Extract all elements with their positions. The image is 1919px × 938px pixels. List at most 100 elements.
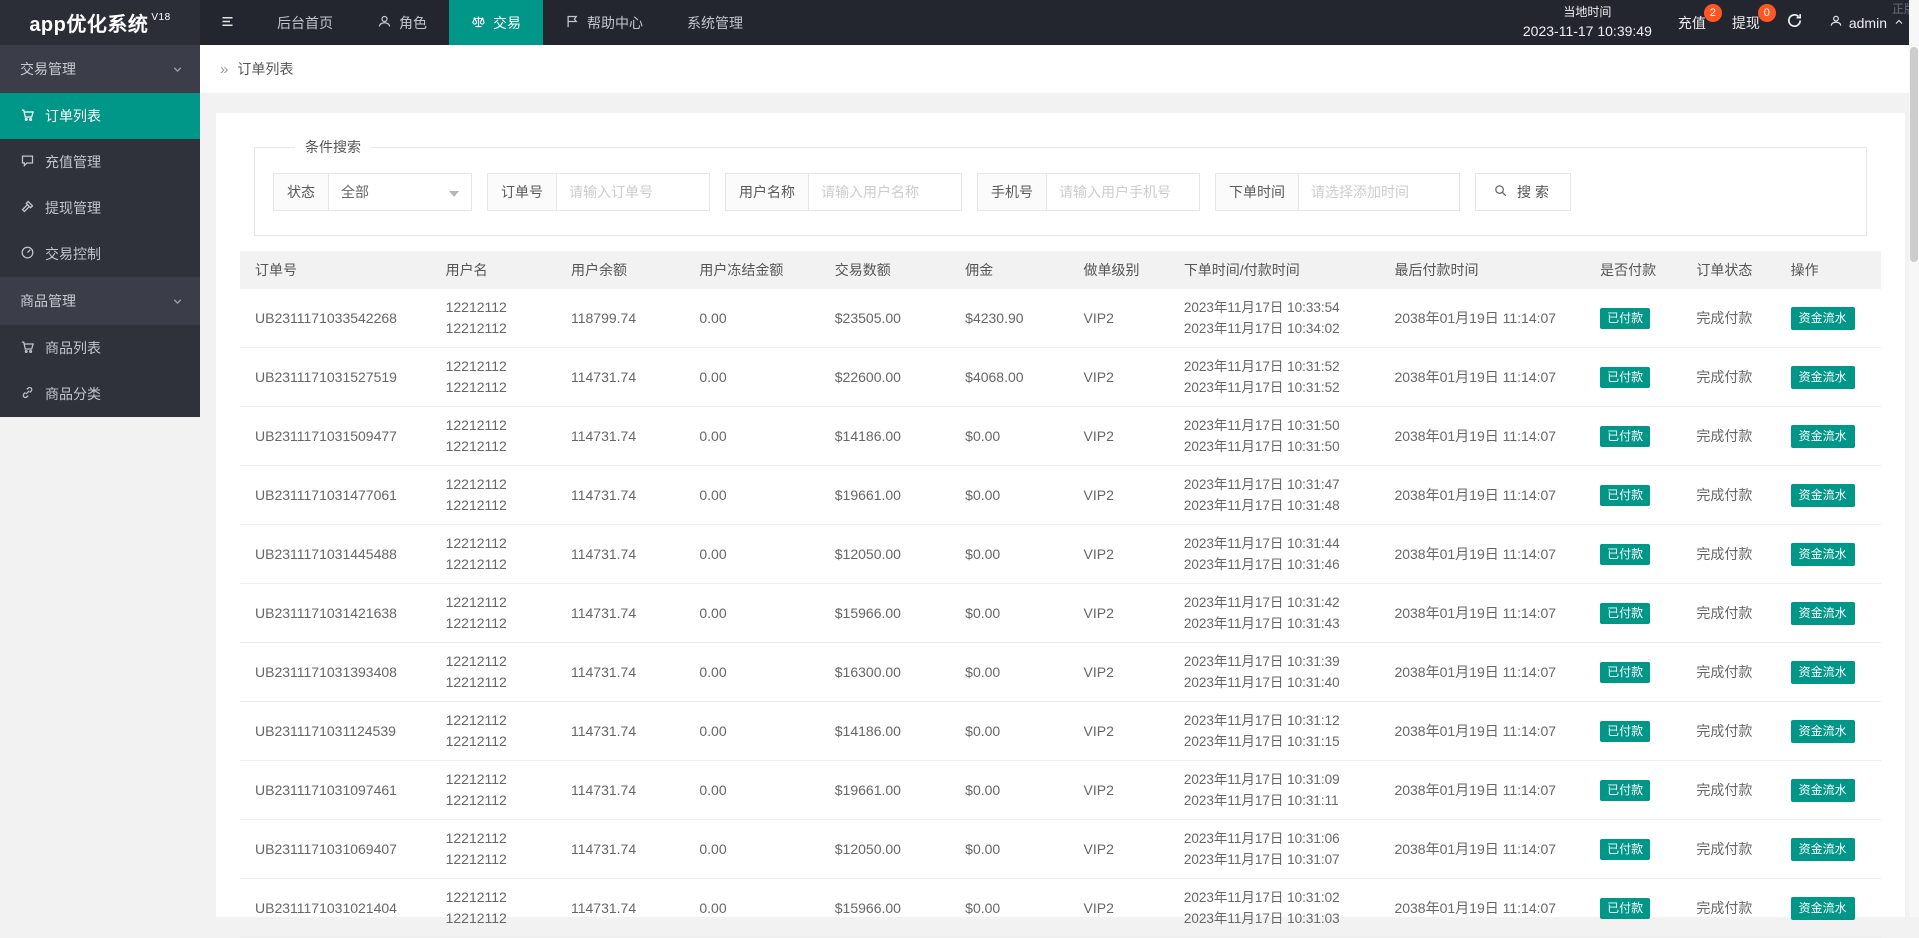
withdraw-button[interactable]: 提现 0 (1732, 3, 1776, 33)
cell-frozen: 0.00 (689, 878, 825, 938)
app-version: V18 (151, 12, 171, 23)
refresh-button[interactable] (1786, 12, 1803, 34)
order-no-input[interactable] (557, 174, 709, 210)
cell-balance: 114731.74 (560, 701, 690, 761)
table-row: UB2311171031097461 12212112 12212112 114… (240, 760, 1881, 820)
search-button[interactable]: 搜索 (1475, 173, 1571, 211)
col-paid: 是否付款 (1590, 251, 1687, 289)
tab-roles[interactable]: 角色 (355, 0, 449, 45)
table-row: UB2311171031021404 12212112 12212112 114… (240, 878, 1881, 938)
cell-status: 完成付款 (1686, 701, 1781, 761)
fund-flow-button[interactable]: 资金流水 (1790, 542, 1855, 566)
cell-username: 12212112 12212112 (435, 347, 561, 407)
cell-username: 12212112 12212112 (435, 819, 561, 879)
cell-status: 完成付款 (1686, 524, 1781, 584)
local-time-value: 2023-11-17 10:39:49 (1522, 23, 1652, 40)
orders-table: 订单号 用户名 用户余额 用户冻结金额 交易数额 佣金 做单级别 下单时间/付款… (240, 251, 1881, 938)
username: admin (1848, 14, 1887, 31)
user-name-input[interactable] (809, 174, 961, 210)
fund-flow-button[interactable]: 资金流水 (1790, 365, 1855, 389)
chevron-down-icon (173, 66, 182, 72)
local-time-label: 当地时间 (1563, 4, 1612, 19)
cell-commission: $4230.90 (955, 289, 1074, 348)
cart-icon (20, 339, 35, 357)
cell-frozen: 0.00 (689, 760, 825, 820)
cell-username: 12212112 12212112 (435, 465, 561, 525)
search-icon (1493, 183, 1508, 201)
cell-order-pay-time: 2023年11月17日 10:31:39 2023年11月17日 10:31:4… (1173, 642, 1385, 702)
cell-status: 完成付款 (1686, 465, 1781, 525)
cell-paid: 已付款 (1590, 465, 1687, 525)
fund-flow-button[interactable]: 资金流水 (1790, 601, 1855, 625)
table-row: UB2311171031477061 12212112 12212112 114… (240, 465, 1881, 525)
orders-tbody: UB2311171033542268 12212112 12212112 118… (240, 289, 1881, 938)
cell-order-pay-time: 2023年11月17日 10:31:09 2023年11月17日 10:31:1… (1173, 760, 1385, 820)
sidebar-item-goods-list[interactable]: 商品列表 (0, 325, 200, 371)
tab-dashboard[interactable]: 后台首页 (255, 0, 355, 45)
content-card: 条件搜索 状态 全部 订单号 用户名称 手 (216, 113, 1905, 938)
cell-order-pay-time: 2023年11月17日 10:33:54 2023年11月17日 10:34:0… (1173, 289, 1385, 348)
fund-flow-button[interactable]: 资金流水 (1790, 306, 1855, 330)
cell-balance: 114731.74 (560, 642, 690, 702)
cell-commission: $0.00 (955, 406, 1074, 466)
fund-flow-button[interactable]: 资金流水 (1790, 483, 1855, 507)
sidebar-item-withdraw[interactable]: 提现管理 (0, 185, 200, 231)
sidebar-item-trade-control[interactable]: 交易控制 (0, 231, 200, 277)
flag-icon (565, 14, 580, 32)
scrollbar-thumb[interactable] (1910, 47, 1918, 262)
fund-flow-button[interactable]: 资金流水 (1790, 424, 1855, 448)
status-select-value: 全部 (341, 184, 369, 200)
phone-label: 手机号 (978, 174, 1047, 210)
cell-order-pay-time: 2023年11月17日 10:31:06 2023年11月17日 10:31:0… (1173, 819, 1385, 879)
cell-commission: $0.00 (955, 465, 1074, 525)
orders-table-wrap: 订单号 用户名 用户余额 用户冻结金额 交易数额 佣金 做单级别 下单时间/付款… (240, 251, 1881, 938)
col-frozen: 用户冻结金额 (689, 251, 825, 289)
cell-paid: 已付款 (1590, 701, 1687, 761)
phone-input[interactable] (1047, 174, 1199, 210)
topbar: app优化系统 V18 后台首页 角色 交易 帮助中心 系统管理 当地时间 20… (0, 0, 1919, 45)
fund-flow-button[interactable]: 资金流水 (1790, 660, 1855, 684)
cell-order-no: UB2311171031509477 (240, 406, 436, 466)
topbar-right: 当地时间 2023-11-17 10:39:49 充值 2 提现 0 admin (1523, 0, 1905, 45)
order-time-input[interactable] (1299, 174, 1459, 210)
cell-paid: 已付款 (1590, 406, 1687, 466)
tab-system[interactable]: 系统管理 (665, 0, 765, 45)
cell-amount: $15966.00 (824, 878, 956, 938)
top-nav: 后台首页 角色 交易 帮助中心 系统管理 (200, 0, 765, 45)
cell-level: VIP2 (1073, 347, 1174, 407)
cell-last-pay-time: 2038年01月19日 11:14:07 (1384, 289, 1591, 348)
cell-last-pay-time: 2038年01月19日 11:14:07 (1384, 760, 1591, 820)
sidebar-group-trade[interactable]: 交易管理 (0, 45, 200, 93)
status-select[interactable]: 全部 (329, 174, 471, 210)
fund-flow-button[interactable]: 资金流水 (1790, 719, 1855, 743)
sidebar-item-order-list[interactable]: 订单列表 (0, 93, 200, 139)
recharge-button[interactable]: 充值 2 (1678, 3, 1722, 33)
search-row: 状态 全部 订单号 用户名称 手机号 (273, 173, 1848, 211)
sidebar-group-goods[interactable]: 商品管理 (0, 277, 200, 325)
cell-order-no: UB2311171031421638 (240, 583, 436, 643)
cell-frozen: 0.00 (689, 819, 825, 879)
tab-trade[interactable]: 交易 (449, 0, 543, 45)
sidebar-item-goods-category[interactable]: 商品分类 (0, 371, 200, 417)
cell-commission: $0.00 (955, 819, 1074, 879)
fund-flow-button[interactable]: 资金流水 (1790, 837, 1855, 861)
page-scrollbar[interactable] (1909, 0, 1919, 917)
breadcrumb-separator: » (220, 60, 229, 78)
fund-flow-button[interactable]: 资金流水 (1790, 778, 1855, 802)
sidebar-item-recharge[interactable]: 充值管理 (0, 139, 200, 185)
cell-amount: $19661.00 (824, 760, 956, 820)
sidebar-collapse-button[interactable] (200, 0, 255, 45)
cell-last-pay-time: 2038年01月19日 11:14:07 (1384, 524, 1591, 584)
col-commission: 佣金 (955, 251, 1074, 289)
cell-paid: 已付款 (1590, 760, 1687, 820)
cell-username: 12212112 12212112 (435, 642, 561, 702)
cell-action: 资金流水 (1780, 583, 1881, 643)
cell-status: 完成付款 (1686, 642, 1781, 702)
user-icon (377, 14, 392, 32)
cell-last-pay-time: 2038年01月19日 11:14:07 (1384, 583, 1591, 643)
cell-commission: $0.00 (955, 583, 1074, 643)
fund-flow-button[interactable]: 资金流水 (1790, 896, 1855, 920)
tab-help-center[interactable]: 帮助中心 (543, 0, 665, 45)
cell-balance: 114731.74 (560, 347, 690, 407)
select-arrow-icon (449, 191, 459, 197)
